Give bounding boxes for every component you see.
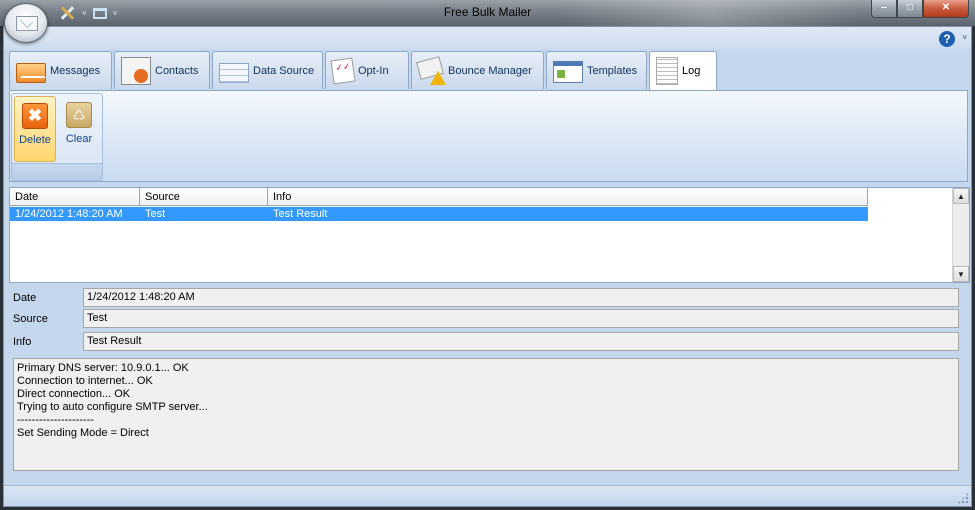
cell-date: 1/24/2012 1:48:20 AM (15, 208, 123, 220)
source-field[interactable]: Test (83, 309, 959, 328)
window-title: Free Bulk Mailer (443, 5, 532, 19)
tab-contacts[interactable]: Contacts (114, 51, 210, 89)
delete-label: Delete (19, 134, 51, 146)
minimize-button[interactable]: – (871, 0, 897, 18)
resize-grip-icon[interactable] (957, 492, 969, 504)
title-bar: ˅ ˅ Free Bulk Mailer – □ ✕ (0, 0, 975, 26)
tab-label: Templates (587, 64, 638, 77)
cell-info: Test Result (273, 208, 328, 220)
ribbon-group-log-actions: ✖ Delete ♺ Clear (11, 93, 103, 181)
table-row[interactable]: 1/24/2012 1:48:20 AM Test Test Result (10, 207, 868, 221)
template-icon (553, 61, 583, 83)
cell-source: Test (145, 208, 166, 220)
log-line: --------------------- (17, 414, 94, 426)
date-label: Date (13, 292, 37, 304)
scroll-down-arrow-icon[interactable]: ▼ (953, 266, 969, 282)
log-list[interactable]: Date Source Info 1/24/2012 1:48:20 AM Te… (9, 187, 970, 283)
envelope-icon (16, 16, 38, 31)
tab-log[interactable]: Log (649, 51, 717, 90)
delete-icon: ✖ (22, 103, 48, 129)
tab-label: Log (682, 65, 701, 77)
close-button[interactable]: ✕ (923, 0, 969, 18)
log-list-header: Date Source Info (10, 188, 868, 206)
tab-label: Data Source (253, 64, 315, 77)
maximize-button[interactable]: □ (897, 0, 923, 18)
log-detail-text[interactable]: Primary DNS server: 10.9.0.1... OK Conne… (13, 358, 959, 471)
date-field[interactable]: 1/24/2012 1:48:20 AM (83, 288, 959, 307)
ribbon-group-caption (12, 163, 102, 180)
help-dropdown-icon[interactable]: ˅ (962, 33, 967, 42)
log-line: Trying to auto configure SMTP server... (17, 401, 208, 413)
tab-bounce-manager[interactable]: Bounce Manager (411, 51, 544, 89)
tab-templates[interactable]: Templates (546, 51, 647, 89)
contacts-card-icon (121, 56, 151, 85)
column-header-date[interactable]: Date (10, 188, 140, 206)
delete-button[interactable]: ✖ Delete (14, 96, 56, 162)
clear-button[interactable]: ♺ Clear (58, 96, 100, 162)
tab-opt-in[interactable]: Opt-In (325, 51, 409, 89)
ribbon-panel: ✖ Delete ♺ Clear (9, 90, 968, 182)
help-bar: ? ˅ (4, 27, 971, 49)
table-grid-icon (219, 62, 249, 83)
checklist-icon (330, 57, 356, 84)
detail-source-row: Source Test (9, 308, 970, 328)
vertical-scrollbar[interactable]: ▲ ▼ (952, 188, 969, 282)
log-line: Connection to internet... OK (17, 375, 153, 387)
window-controls: – □ ✕ (871, 0, 969, 18)
help-icon[interactable]: ? (939, 31, 955, 47)
recycle-icon: ♺ (66, 102, 92, 128)
clear-label: Clear (65, 133, 93, 145)
log-line: Direct connection... OK (17, 388, 131, 400)
detail-date-row: Date 1/24/2012 1:48:20 AM (9, 287, 970, 307)
status-bar (4, 485, 971, 506)
tab-data-source[interactable]: Data Source (212, 51, 323, 89)
scroll-up-arrow-icon[interactable]: ▲ (953, 188, 969, 204)
source-label: Source (13, 313, 48, 325)
envelope-icon (16, 62, 46, 83)
log-line: Primary DNS server: 10.9.0.1... OK (17, 362, 189, 374)
tab-label: Messages (50, 64, 101, 77)
column-header-info[interactable]: Info (268, 188, 868, 206)
log-line: Set Sending Mode = Direct (17, 427, 149, 439)
tab-label: Opt-In (358, 64, 389, 77)
bounce-warning-icon (418, 57, 446, 85)
tab-label: Bounce Manager (448, 64, 532, 77)
log-document-icon (656, 57, 678, 85)
info-label: Info (13, 336, 32, 348)
detail-info-row: Info Test Result (9, 331, 970, 351)
tab-messages[interactable]: Messages (9, 51, 112, 89)
column-header-source[interactable]: Source (140, 188, 268, 206)
ribbon-tabs: Messages Contacts Data Source Opt-In Bou… (9, 51, 717, 90)
main-window: ? ˅ Messages Contacts Data Source Opt-In… (3, 26, 972, 507)
tab-label: Contacts (155, 64, 199, 77)
application-menu-button[interactable] (4, 3, 48, 43)
info-field[interactable]: Test Result (83, 332, 959, 351)
